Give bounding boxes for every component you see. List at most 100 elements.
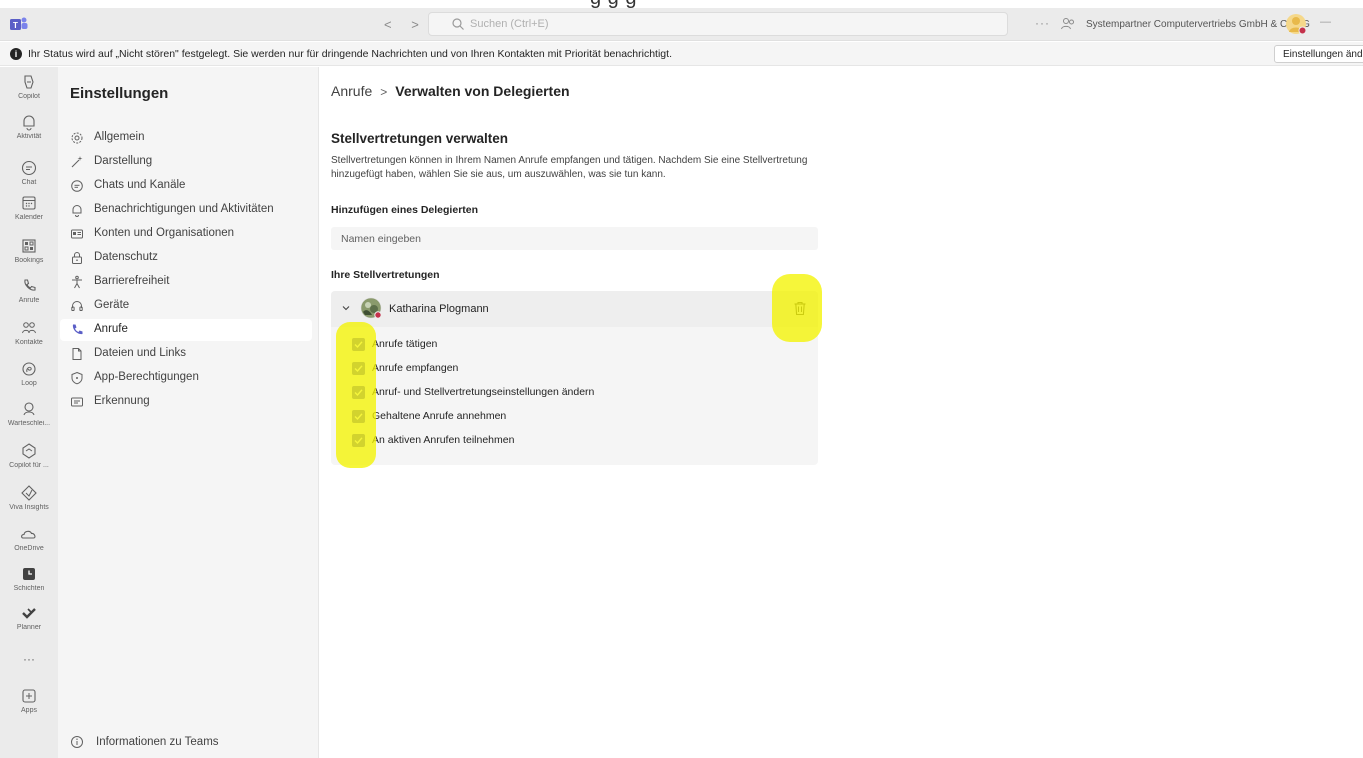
- search-placeholder: Suchen (Ctrl+E): [470, 18, 549, 30]
- recognition-icon: [71, 397, 83, 407]
- sidebar-item-chats[interactable]: Chats und Kanäle: [60, 175, 312, 197]
- page-title: Stellvertretungen verwalten: [331, 131, 509, 146]
- rail-label: Viva Insights: [9, 504, 49, 511]
- sidebar-item-label: Allgemein: [94, 131, 145, 143]
- rail-item-activity[interactable]: Aktivität: [0, 113, 58, 140]
- user-avatar[interactable]: [1285, 13, 1307, 35]
- sidebar-item-calls[interactable]: Anrufe: [60, 319, 312, 341]
- sidebar-item-devices[interactable]: Geräte: [60, 295, 312, 317]
- cropped-caption: g g g: [0, 0, 1363, 8]
- add-delegate-input[interactable]: [331, 227, 818, 250]
- rail-item-copilot-for[interactable]: Copilot für ...: [0, 442, 58, 469]
- checkbox[interactable]: [352, 386, 365, 399]
- loop-icon: [22, 362, 36, 376]
- id-card-icon: [71, 229, 83, 239]
- more-apps-button[interactable]: ···: [0, 652, 58, 666]
- trash-icon[interactable]: [792, 300, 808, 317]
- bookings-icon: [22, 239, 36, 253]
- avatar: [360, 297, 382, 319]
- bell-icon: [72, 205, 82, 217]
- rail-item-queues[interactable]: Warteschlei...: [0, 400, 58, 427]
- checkmark-icon: [354, 389, 363, 397]
- sidebar-item-accounts[interactable]: Konten und Organisationen: [60, 223, 312, 245]
- checkbox[interactable]: [352, 410, 365, 423]
- search-box[interactable]: Suchen (Ctrl+E): [428, 12, 1008, 36]
- delegate-header[interactable]: Katharina Plogmann: [331, 291, 818, 327]
- sidebar-item-appearance[interactable]: Darstellung: [60, 151, 312, 173]
- title-bar: T < > Suchen (Ctrl+E) ··· Systempartner …: [0, 8, 1363, 41]
- bell-icon: [23, 115, 35, 131]
- search-icon: [452, 18, 464, 30]
- copilot-icon: [24, 75, 34, 89]
- breadcrumb: Anrufe > Verwalten von Delegierten: [331, 83, 570, 99]
- rail-label: Apps: [21, 707, 37, 714]
- shield-icon: [71, 371, 83, 385]
- sidebar-item-notifications[interactable]: Benachrichtigungen und Aktivitäten: [60, 199, 312, 221]
- rail-item-copilot[interactable]: Copilot: [0, 73, 58, 100]
- sidebar-item-privacy[interactable]: Datenschutz: [60, 247, 312, 269]
- copilot-for-icon: [22, 443, 36, 459]
- back-button[interactable]: <: [384, 17, 392, 32]
- phone-icon: [24, 279, 36, 291]
- minimize-button[interactable]: —: [1320, 16, 1331, 28]
- people-icon[interactable]: [1060, 16, 1076, 32]
- chevron-down-icon[interactable]: [341, 303, 351, 313]
- headset-icon: [71, 301, 83, 311]
- checkmark-icon: [354, 437, 363, 445]
- accessibility-icon: [72, 275, 82, 289]
- organization-name[interactable]: Systempartner Computervertriebs GmbH & C…: [1086, 19, 1310, 30]
- rail-item-onedrive[interactable]: OneDrive: [0, 525, 58, 552]
- rail-item-chat[interactable]: Chat: [0, 159, 58, 186]
- calendar-icon: [22, 196, 36, 210]
- rail-label: Schichten: [13, 585, 45, 592]
- rail-item-planner[interactable]: Planner: [0, 604, 58, 631]
- more-options-button[interactable]: ···: [1035, 16, 1050, 30]
- rail-item-viva-insights[interactable]: Viva Insights: [0, 484, 58, 511]
- checkmark-icon: [354, 365, 363, 373]
- checkbox[interactable]: [352, 338, 365, 351]
- teams-logo-icon: T: [10, 17, 28, 30]
- rail-label: Loop: [21, 380, 37, 387]
- sidebar-item-recognition[interactable]: Erkennung: [60, 391, 312, 413]
- rail-label: Copilot: [18, 93, 40, 100]
- sidebar-item-label: Darstellung: [94, 155, 153, 167]
- sidebar-item-accessibility[interactable]: Barrierefreiheit: [60, 271, 312, 293]
- app-rail: Copilot Aktivität Chat Kalender Bookings…: [0, 67, 58, 758]
- rail-item-bookings[interactable]: Bookings: [0, 237, 58, 264]
- sidebar-item-label: Datenschutz: [94, 251, 158, 263]
- viva-insights-icon: [21, 485, 37, 501]
- page-description: Stellvertretungen können in Ihrem Namen …: [331, 155, 808, 180]
- permission-label: Anrufe empfangen: [372, 362, 459, 374]
- sidebar-item-app-permissions[interactable]: App-Berechtigungen: [60, 367, 312, 389]
- permission-label: Gehaltene Anrufe annehmen: [372, 410, 507, 422]
- rail-item-calls[interactable]: Anrufe: [0, 277, 58, 304]
- notification-text: Ihr Status wird auf „Nicht stören" festg…: [28, 48, 672, 60]
- checkbox[interactable]: [352, 434, 365, 447]
- sidebar-item-general[interactable]: Allgemein: [60, 127, 312, 149]
- rail-item-loop[interactable]: Loop: [0, 360, 58, 387]
- permission-label: Anruf- und Stellvertretungseinstellungen…: [372, 386, 595, 398]
- apps-icon: [22, 689, 36, 703]
- info-icon: [71, 736, 83, 748]
- lock-icon: [72, 252, 82, 264]
- rail-item-contacts[interactable]: Kontakte: [0, 319, 58, 346]
- rail-item-calendar[interactable]: Kalender: [0, 194, 58, 221]
- checkmark-icon: [354, 341, 363, 349]
- status-notification-bar: i Ihr Status wird auf „Nicht stören" fes…: [0, 42, 1363, 66]
- delegate-card: Katharina Plogmann Anrufe tätigen Anrufe…: [331, 291, 818, 465]
- file-icon: [72, 348, 82, 360]
- breadcrumb-parent[interactable]: Anrufe: [331, 83, 372, 99]
- rail-label: Bookings: [14, 257, 44, 264]
- settings-sidebar: Einstellungen Allgemein Darstellung Chat…: [58, 67, 319, 758]
- forward-button[interactable]: >: [411, 17, 419, 32]
- sidebar-item-files[interactable]: Dateien und Links: [60, 343, 312, 365]
- rail-item-apps[interactable]: Apps: [0, 687, 58, 714]
- delegate-name: Katharina Plogmann: [389, 303, 489, 315]
- rail-item-shifts[interactable]: Schichten: [0, 565, 58, 592]
- checkbox[interactable]: [352, 362, 365, 375]
- add-delegate-label: Hinzufügen eines Delegierten: [331, 204, 479, 216]
- settings-title: Einstellungen: [70, 85, 169, 102]
- change-settings-button[interactable]: Einstellungen änd: [1274, 45, 1363, 63]
- rail-label: Chat: [21, 179, 37, 186]
- rail-label: Anrufe: [18, 297, 40, 304]
